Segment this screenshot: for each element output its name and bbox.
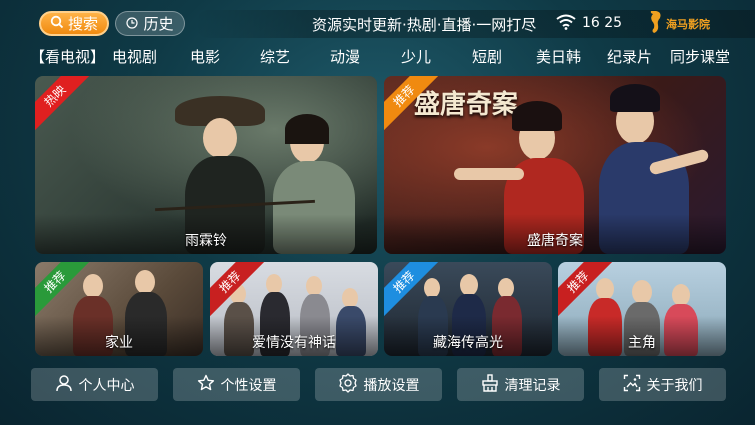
tab-anime[interactable]: 动漫 bbox=[330, 46, 360, 67]
image-icon bbox=[623, 374, 641, 396]
history-button[interactable]: 历史 bbox=[115, 11, 185, 36]
logo: 海马影院 bbox=[646, 9, 710, 39]
wifi-icon bbox=[556, 14, 576, 34]
hair-shape bbox=[512, 101, 562, 131]
poster-title-text: 盛唐奇案 bbox=[414, 90, 519, 120]
seahorse-logo-icon bbox=[646, 9, 664, 39]
rec-card-2[interactable]: 推荐 爱情没有神话 bbox=[210, 262, 378, 356]
search-label: 搜索 bbox=[67, 15, 98, 33]
arm-shape bbox=[454, 168, 524, 180]
tab-variety[interactable]: 综艺 bbox=[260, 46, 290, 67]
figure-head bbox=[203, 118, 237, 158]
hair-shape bbox=[285, 114, 329, 144]
figure-head bbox=[672, 284, 690, 306]
about-us-button[interactable]: 关于我们 bbox=[599, 368, 726, 401]
tab-movies[interactable]: 电影 bbox=[190, 46, 220, 67]
clock-time: 16 25 bbox=[582, 15, 623, 31]
card-title: 盛唐奇案 bbox=[527, 233, 583, 249]
button-label: 个性设置 bbox=[220, 377, 277, 394]
figure-head bbox=[460, 274, 478, 296]
clear-history-button[interactable]: 清理记录 bbox=[457, 368, 584, 401]
card-title: 雨霖铃 bbox=[185, 233, 227, 249]
figure-head bbox=[83, 274, 103, 298]
rec-card-4[interactable]: 推荐 主角 bbox=[558, 262, 726, 356]
featured-card-2[interactable]: 盛唐奇案 推荐 盛唐奇案 bbox=[384, 76, 726, 254]
figure-head bbox=[306, 276, 322, 296]
button-label: 个人中心 bbox=[78, 377, 135, 394]
marquee-text: 资源实时更新·热剧·直播·一网打尽 bbox=[312, 16, 537, 34]
history-label: 历史 bbox=[143, 15, 174, 33]
tab-classroom[interactable]: 同步课堂 bbox=[670, 46, 730, 67]
personalization-button[interactable]: 个性设置 bbox=[173, 368, 300, 401]
user-icon bbox=[55, 374, 73, 396]
category-nav: 【看电视】 电视剧 电影 综艺 动漫 少儿 短剧 美日韩 纪录片 同步课堂 bbox=[30, 46, 755, 68]
hair-shape bbox=[610, 84, 660, 112]
star-icon bbox=[197, 374, 215, 396]
logo-text: 海马影院 bbox=[666, 18, 710, 31]
gear-icon bbox=[338, 372, 358, 397]
card-title: 爱情没有神话 bbox=[252, 335, 336, 351]
tab-tv-series[interactable]: 电视剧 bbox=[112, 46, 157, 67]
figure-head bbox=[135, 270, 155, 294]
tab-documentary[interactable]: 纪录片 bbox=[607, 46, 652, 67]
rec-card-1[interactable]: 推荐 家业 bbox=[35, 262, 203, 356]
button-label: 播放设置 bbox=[363, 377, 420, 394]
rec-card-3[interactable]: 推荐 藏海传高光 bbox=[384, 262, 552, 356]
clock-icon bbox=[126, 15, 139, 33]
figure-head bbox=[632, 280, 652, 304]
figure-head bbox=[342, 288, 358, 308]
button-label: 关于我们 bbox=[646, 377, 703, 394]
tab-short-drama[interactable]: 短剧 bbox=[472, 46, 502, 67]
search-icon bbox=[50, 15, 64, 33]
card-title: 家业 bbox=[105, 335, 133, 351]
playback-settings-button[interactable]: 播放设置 bbox=[315, 368, 442, 401]
search-button[interactable]: 搜索 bbox=[39, 11, 109, 36]
personal-center-button[interactable]: 个人中心 bbox=[31, 368, 158, 401]
figure-head bbox=[596, 278, 614, 300]
card-title: 藏海传高光 bbox=[433, 335, 503, 351]
figure-head bbox=[424, 278, 440, 298]
figure-head bbox=[266, 274, 282, 294]
broom-icon bbox=[481, 373, 499, 396]
tab-tv[interactable]: 【看电视】 bbox=[30, 46, 105, 67]
card-title: 主角 bbox=[628, 335, 656, 351]
featured-card-1[interactable]: 热映 雨霖铃 bbox=[35, 76, 377, 254]
tab-kids[interactable]: 少儿 bbox=[401, 46, 431, 67]
button-label: 清理记录 bbox=[504, 377, 561, 394]
figure-head bbox=[498, 278, 514, 298]
tab-us-jp-kr[interactable]: 美日韩 bbox=[536, 46, 581, 67]
